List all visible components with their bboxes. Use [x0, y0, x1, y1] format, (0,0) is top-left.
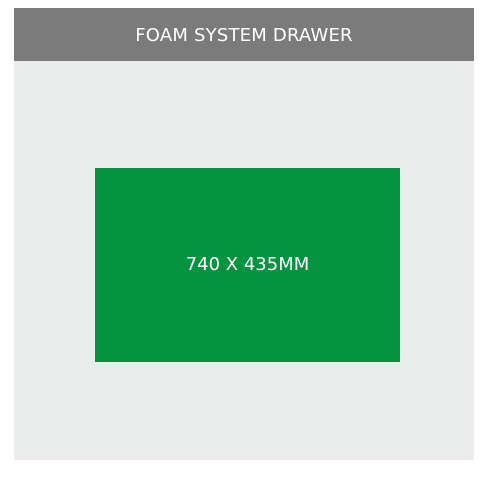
card-header: FOAM SYSTEM DRAWER: [14, 8, 474, 61]
header-title: FOAM SYSTEM DRAWER: [135, 25, 353, 46]
drawer-dimension-box: 740 X 435MM: [95, 168, 400, 362]
foam-system-drawer-card: FOAM SYSTEM DRAWER 740 X 435MM: [14, 8, 474, 460]
drawer-dimensions-label: 740 X 435MM: [185, 253, 310, 275]
